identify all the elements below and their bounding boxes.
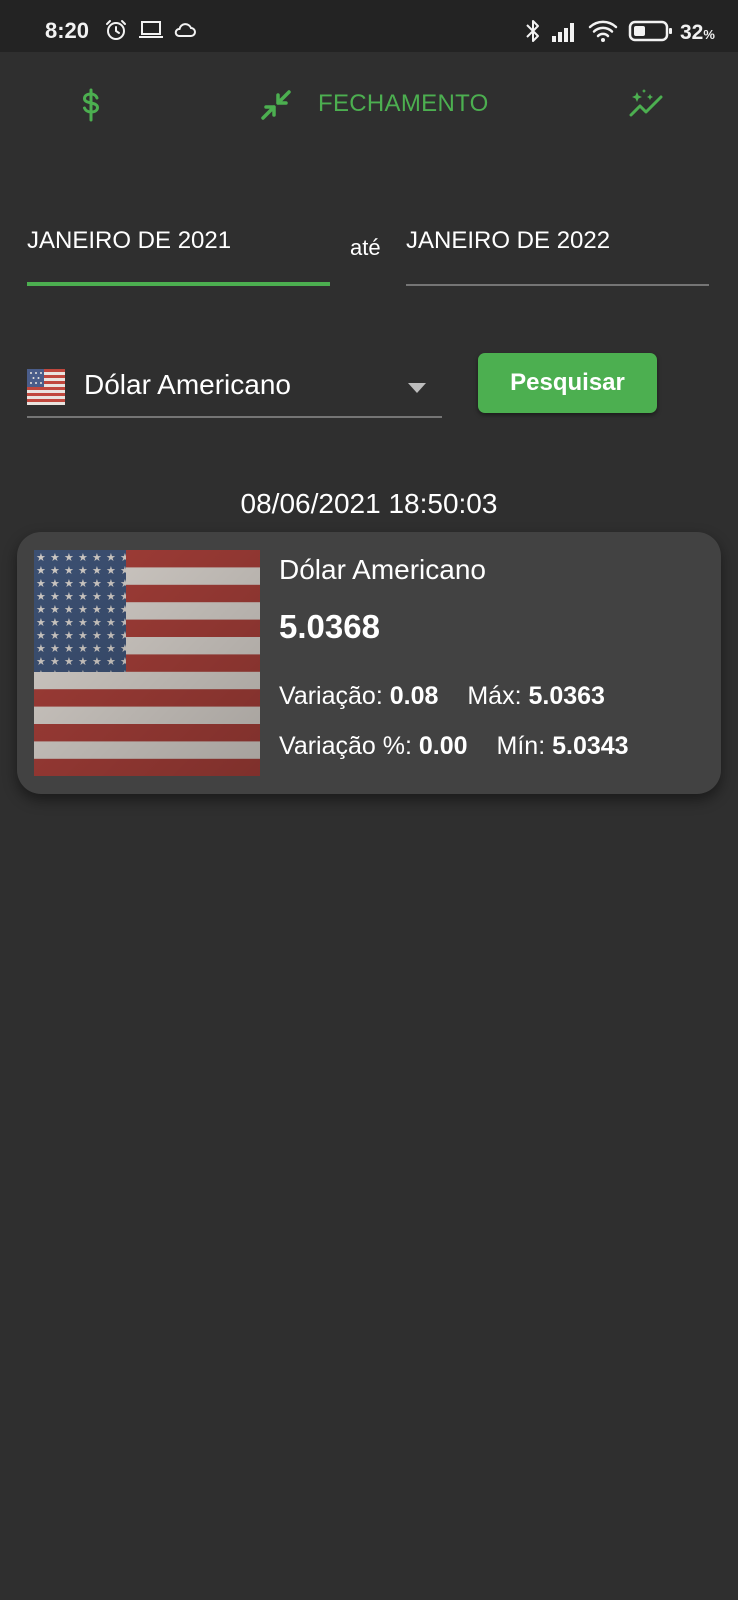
status-time: 8:20 xyxy=(45,18,90,43)
variation-label: Variação: xyxy=(279,682,383,710)
result-timestamp: 08/06/2021 18:50:03 xyxy=(240,488,498,519)
currency-selected-value: Dólar Americano xyxy=(84,369,291,400)
cloud-icon xyxy=(174,23,196,37)
status-bar: 8:20 32% xyxy=(0,0,738,52)
currency-dropdown-underline xyxy=(27,416,442,418)
variation-pct-label: Variação %: xyxy=(279,732,412,760)
currency-dropdown[interactable]: Dólar Americano xyxy=(27,360,442,418)
card-currency-name: Dólar Americano xyxy=(279,554,486,585)
min-label: Mín: xyxy=(496,732,546,760)
card-stats-line-1: Variação: 0.08 Máx: 5.0363 xyxy=(279,682,605,711)
dollar-icon[interactable] xyxy=(78,88,104,122)
us-flag-image: ★ xyxy=(34,550,260,776)
end-date-value: JANEIRO DE 2022 xyxy=(406,227,611,254)
quote-card: ★ Dólar Americano 5.0368 Variação: 0.08 … xyxy=(17,532,721,794)
caret-down-icon xyxy=(408,383,426,393)
max-value: 5.0363 xyxy=(528,682,605,710)
bluetooth-icon xyxy=(526,20,539,42)
end-date-underline xyxy=(406,284,709,286)
compress-arrows-icon[interactable] xyxy=(259,88,293,122)
start-date-field[interactable]: JANEIRO DE 2021 xyxy=(27,222,330,286)
min-value: 5.0343 xyxy=(552,732,629,760)
us-flag-icon xyxy=(27,369,65,405)
search-button[interactable]: Pesquisar xyxy=(478,353,657,413)
start-date-value: JANEIRO DE 2021 xyxy=(27,227,232,254)
variation-pct-value: 0.00 xyxy=(418,732,468,760)
max-label: Máx: xyxy=(467,682,522,710)
card-rate: 5.0368 xyxy=(279,608,380,645)
start-date-underline xyxy=(27,282,330,286)
battery-icon xyxy=(628,20,672,42)
variation-value: 0.08 xyxy=(389,682,439,710)
laptop-icon xyxy=(139,21,163,38)
tab-fechamento[interactable]: FECHAMENTO xyxy=(318,90,489,118)
alarm-icon xyxy=(106,20,126,40)
battery-percent: 32% xyxy=(680,21,715,44)
end-date-field[interactable]: JANEIRO DE 2022 xyxy=(406,222,709,286)
date-range-separator: até xyxy=(350,235,381,260)
wifi-icon xyxy=(588,20,618,42)
sparkle-chart-icon[interactable] xyxy=(628,88,666,122)
card-stats-line-2: Variação %: 0.00 Mín: 5.0343 xyxy=(279,732,629,761)
signal-icon xyxy=(552,23,574,42)
